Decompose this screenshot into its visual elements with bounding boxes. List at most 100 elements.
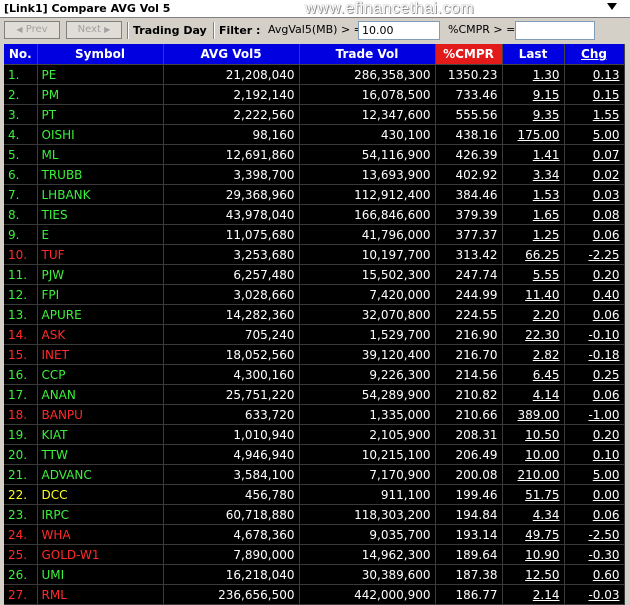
row-chg[interactable]: 5.00 bbox=[564, 124, 625, 145]
row-last[interactable]: 210.00 bbox=[502, 464, 565, 485]
row-chg[interactable]: 0.06 bbox=[564, 224, 625, 245]
row-chg[interactable]: -2.50 bbox=[564, 524, 625, 545]
row-chg[interactable]: 0.02 bbox=[564, 164, 625, 185]
row-symbol[interactable]: PE bbox=[37, 64, 164, 85]
row-symbol[interactable]: TRUBB bbox=[37, 164, 164, 185]
row-last[interactable]: 9.35 bbox=[502, 104, 565, 125]
row-last[interactable]: 1.65 bbox=[502, 204, 565, 225]
col-header-cmpr[interactable]: %CMPR bbox=[435, 44, 503, 65]
row-last[interactable]: 3.34 bbox=[502, 164, 565, 185]
row-last[interactable]: 22.30 bbox=[502, 324, 565, 345]
row-chg[interactable]: 0.03 bbox=[564, 184, 625, 205]
col-header-last[interactable]: Last bbox=[502, 44, 565, 65]
row-chg[interactable]: -0.30 bbox=[564, 544, 625, 565]
row-symbol[interactable]: DCC bbox=[37, 484, 164, 505]
trading-day-button[interactable]: Trading Day bbox=[133, 24, 207, 37]
row-symbol[interactable]: TUF bbox=[37, 244, 164, 265]
row-symbol[interactable]: BANPU bbox=[37, 404, 164, 425]
table-row[interactable]: 24. WHA 4,678,360 9,035,700 193.14 49.75 -2.50 bbox=[4, 524, 625, 545]
table-row[interactable]: 6. TRUBB 3,398,700 13,693,900 402.92 3.34 0.02 bbox=[4, 164, 625, 185]
row-last[interactable]: 1.25 bbox=[502, 224, 565, 245]
row-symbol[interactable]: ML bbox=[37, 144, 164, 165]
col-header-trade-vol[interactable]: Trade Vol bbox=[299, 44, 436, 65]
table-row[interactable]: 13. APURE 14,282,360 32,070,800 224.55 2.20 0.… bbox=[4, 304, 625, 325]
table-row[interactable]: 16. CCP 4,300,160 9,226,300 214.56 6.45 0.25 bbox=[4, 364, 625, 385]
row-symbol[interactable]: IRPC bbox=[37, 504, 164, 525]
row-chg[interactable]: 0.00 bbox=[564, 484, 625, 505]
table-row[interactable]: 7. LHBANK 29,368,960 112,912,400 384.46 1.53 0… bbox=[4, 184, 625, 205]
row-chg[interactable]: 0.06 bbox=[564, 384, 625, 405]
row-symbol[interactable]: WHA bbox=[37, 524, 164, 545]
row-chg[interactable]: 0.08 bbox=[564, 204, 625, 225]
row-chg[interactable]: -0.18 bbox=[564, 344, 625, 365]
row-symbol[interactable]: PT bbox=[37, 104, 164, 125]
row-last[interactable]: 49.75 bbox=[502, 524, 565, 545]
row-last[interactable]: 12.50 bbox=[502, 564, 565, 585]
row-symbol[interactable]: E bbox=[37, 224, 164, 245]
table-row[interactable]: 26. UMI 16,218,040 30,389,600 187.38 12.50 0.6… bbox=[4, 564, 625, 585]
row-last[interactable]: 4.14 bbox=[502, 384, 565, 405]
table-row[interactable]: 2. PM 2,192,140 16,078,500 733.46 9.15 0.15 bbox=[4, 84, 625, 105]
row-last[interactable]: 10.90 bbox=[502, 544, 565, 565]
row-chg[interactable]: 0.06 bbox=[564, 304, 625, 325]
col-header-symbol[interactable]: Symbol bbox=[37, 44, 164, 65]
table-row[interactable]: 8. TIES 43,978,040 166,846,600 379.39 1.65 0.0… bbox=[4, 204, 625, 225]
row-chg[interactable]: 5.00 bbox=[564, 464, 625, 485]
prev-button[interactable]: ◀ Prev bbox=[4, 21, 60, 39]
table-row[interactable]: 12. FPI 3,028,660 7,420,000 244.99 11.40 0.40 bbox=[4, 284, 625, 305]
row-chg[interactable]: 0.15 bbox=[564, 84, 625, 105]
row-last[interactable]: 10.00 bbox=[502, 444, 565, 465]
row-symbol[interactable]: TIES bbox=[37, 204, 164, 225]
table-row[interactable]: 22. DCC 456,780 911,100 199.46 51.75 0.00 bbox=[4, 484, 625, 505]
row-last[interactable]: 2.20 bbox=[502, 304, 565, 325]
row-last[interactable]: 2.82 bbox=[502, 344, 565, 365]
col-header-no[interactable]: No. bbox=[4, 44, 38, 65]
row-last[interactable]: 66.25 bbox=[502, 244, 565, 265]
next-button[interactable]: Next ▶ bbox=[66, 21, 122, 39]
row-last[interactable]: 51.75 bbox=[502, 484, 565, 505]
col-header-chg[interactable]: Chg bbox=[564, 44, 625, 65]
row-chg[interactable]: 0.06 bbox=[564, 504, 625, 525]
table-row[interactable]: 17. ANAN 25,751,220 54,289,900 210.82 4.14 0.0… bbox=[4, 384, 625, 405]
row-last[interactable]: 1.53 bbox=[502, 184, 565, 205]
avgvol-filter-input[interactable]: 10.00 bbox=[358, 21, 440, 40]
row-last[interactable]: 1.41 bbox=[502, 144, 565, 165]
row-chg[interactable]: 0.25 bbox=[564, 364, 625, 385]
row-chg[interactable]: 0.10 bbox=[564, 444, 625, 465]
row-symbol[interactable]: CCP bbox=[37, 364, 164, 385]
row-symbol[interactable]: TTW bbox=[37, 444, 164, 465]
table-row[interactable]: 11. PJW 6,257,480 15,502,300 247.74 5.55 0.20 bbox=[4, 264, 625, 285]
row-symbol[interactable]: KIAT bbox=[37, 424, 164, 445]
row-last[interactable]: 10.50 bbox=[502, 424, 565, 445]
table-row[interactable]: 19. KIAT 1,010,940 2,105,900 208.31 10.50 0.20 bbox=[4, 424, 625, 445]
cmpr-filter-input[interactable] bbox=[515, 21, 595, 40]
table-row[interactable]: 25. GOLD-W1 7,890,000 14,962,300 189.64 10.90… bbox=[4, 544, 625, 565]
row-last[interactable]: 1.30 bbox=[502, 64, 565, 85]
row-symbol[interactable]: UMI bbox=[37, 564, 164, 585]
row-symbol[interactable]: ASK bbox=[37, 324, 164, 345]
row-symbol[interactable]: INET bbox=[37, 344, 164, 365]
row-chg[interactable]: 0.07 bbox=[564, 144, 625, 165]
table-row[interactable]: 3. PT 2,222,560 12,347,600 555.56 9.35 1.55 bbox=[4, 104, 625, 125]
row-chg[interactable]: 0.60 bbox=[564, 564, 625, 585]
row-chg[interactable]: 0.40 bbox=[564, 284, 625, 305]
row-chg[interactable]: -0.10 bbox=[564, 324, 625, 345]
row-last[interactable]: 389.00 bbox=[502, 404, 565, 425]
row-symbol[interactable]: PJW bbox=[37, 264, 164, 285]
row-chg[interactable]: -1.00 bbox=[564, 404, 625, 425]
row-symbol[interactable]: OISHI bbox=[37, 124, 164, 145]
row-symbol[interactable]: LHBANK bbox=[37, 184, 164, 205]
row-symbol[interactable]: ANAN bbox=[37, 384, 164, 405]
table-row[interactable]: 23. IRPC 60,718,880 118,303,200 194.84 4.34 0.… bbox=[4, 504, 625, 525]
table-row[interactable]: 9. E 11,075,680 41,796,000 377.37 1.25 0.06 bbox=[4, 224, 625, 245]
table-row[interactable]: 21. ADVANC 3,584,100 7,170,900 200.08 210.00 5… bbox=[4, 464, 625, 485]
col-header-avg-vol5[interactable]: AVG Vol5 bbox=[163, 44, 300, 65]
row-last[interactable]: 5.55 bbox=[502, 264, 565, 285]
table-row[interactable]: 18. BANPU 633,720 1,335,000 210.66 389.00 -1.0… bbox=[4, 404, 625, 425]
row-last[interactable]: 11.40 bbox=[502, 284, 565, 305]
row-symbol[interactable]: GOLD-W1 bbox=[37, 544, 164, 565]
row-last[interactable]: 6.45 bbox=[502, 364, 565, 385]
table-row[interactable]: 15. INET 18,052,560 39,120,400 216.70 2.82 -0.… bbox=[4, 344, 625, 365]
table-row[interactable]: 4. OISHI 98,160 430,100 438.16 175.00 5.00 bbox=[4, 124, 625, 145]
row-last[interactable]: 4.34 bbox=[502, 504, 565, 525]
